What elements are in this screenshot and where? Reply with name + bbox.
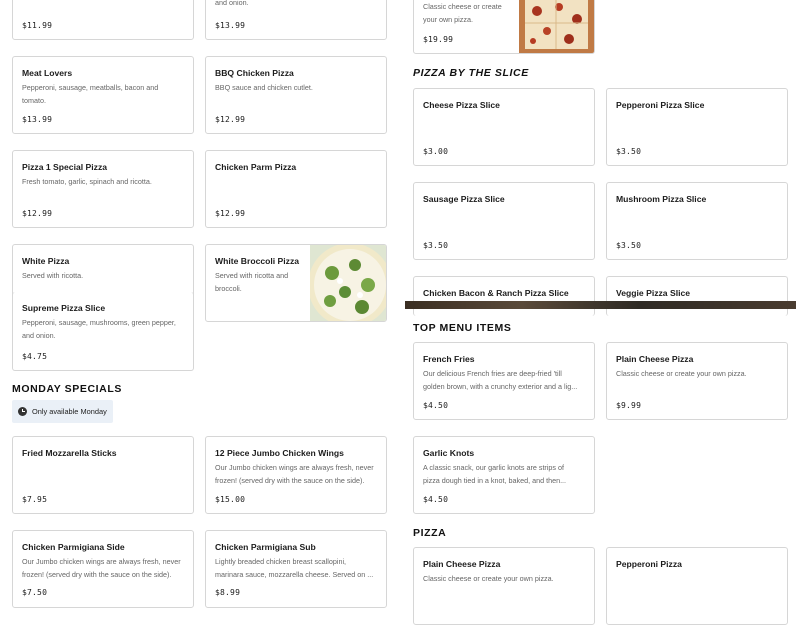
item-name: Cheese Pizza Slice	[423, 100, 500, 110]
section-title-pizza: PIZZA	[413, 527, 447, 539]
item-price: $3.50	[423, 241, 449, 250]
availability-badge: Only available Monday	[12, 400, 113, 423]
item-description: Our Jumbo chicken wings are always fresh…	[215, 463, 374, 485]
menu-item-card[interactable]: Cheese Pizza Slice $3.00	[413, 88, 595, 166]
menu-item-card[interactable]: Mushroom Pizza Slice $3.50	[606, 182, 788, 260]
item-price: $13.99	[215, 21, 246, 30]
item-price: $12.99	[215, 115, 246, 124]
item-price: $13.99	[22, 115, 53, 124]
item-price: $4.75	[22, 352, 48, 361]
menu-item-card[interactable]: Classic cheese or create your own pizza.…	[413, 0, 595, 54]
menu-item-card[interactable]: BBQ Chicken Pizza BBQ sauce and chicken …	[205, 56, 387, 134]
menu-item-card[interactable]: Pepperoni Pizza Slice $3.50	[606, 88, 788, 166]
section-title-monday-specials: MONDAY SPECIALS	[12, 383, 122, 395]
item-name: Chicken Parmigiana Side	[22, 542, 125, 552]
item-price: $4.50	[423, 495, 449, 504]
item-description: Fresh tomato, garlic, spinach and ricott…	[22, 177, 152, 186]
item-name: Pepperoni Pizza Slice	[616, 100, 705, 110]
item-name: Chicken Parm Pizza	[215, 162, 297, 172]
item-name: Supreme Pizza Slice	[22, 303, 106, 313]
item-name: Chicken Bacon & Ranch Pizza Slice	[423, 288, 569, 298]
item-description: Our Jumbo chicken wings are always fresh…	[22, 557, 181, 579]
item-name: 12 Piece Jumbo Chicken Wings	[215, 448, 344, 458]
menu-item-card[interactable]: Chicken Bacon & Ranch Pizza Slice	[413, 276, 595, 316]
item-price: $11.99	[22, 21, 53, 30]
item-price: $3.50	[616, 147, 642, 156]
menu-item-card[interactable]: and onion. $13.99	[205, 0, 387, 40]
item-name: Chicken Parmigiana Sub	[215, 542, 316, 552]
item-price: $9.99	[616, 401, 642, 410]
image-strip	[405, 301, 796, 309]
menu-item-card[interactable]: Sausage Pizza Slice $3.50	[413, 182, 595, 260]
menu-item-card[interactable]: Chicken Parmigiana Side Our Jumbo chicke…	[12, 530, 194, 608]
item-price: $7.95	[22, 495, 48, 504]
item-price: $4.50	[423, 401, 449, 410]
item-name: Garlic Knots	[423, 448, 475, 458]
section-title-pizza-by-the-slice: PIZZA BY THE SLICE	[413, 67, 529, 79]
item-name: Pizza 1 Special Pizza	[22, 162, 108, 172]
item-name: White Broccoli Pizza	[215, 256, 300, 266]
item-description: Our delicious French fries are deep-frie…	[423, 369, 578, 391]
item-description: A classic snack, our garlic knots are st…	[423, 463, 567, 485]
item-name: White Pizza	[22, 256, 70, 266]
badge-label: Only available Monday	[32, 407, 107, 416]
item-description: BBQ sauce and chicken cutlet.	[215, 83, 313, 92]
item-description: Served with ricotta and broccoli.	[215, 271, 289, 293]
pizza-image	[519, 0, 594, 53]
item-name: Mushroom Pizza Slice	[616, 194, 707, 204]
item-name: Veggie Pizza Slice	[616, 288, 691, 298]
menu-item-card[interactable]: 12 Piece Jumbo Chicken Wings Our Jumbo c…	[205, 436, 387, 514]
item-description: and onion.	[215, 0, 249, 7]
item-name: Plain Cheese Pizza	[616, 354, 694, 364]
item-description: Served with ricotta.	[22, 271, 84, 280]
item-description: Lightly breaded chicken breast scallopin…	[215, 557, 374, 579]
item-price: $7.50	[22, 588, 48, 597]
menu-item-card[interactable]: Plain Cheese Pizza Classic cheese or cre…	[606, 342, 788, 420]
item-price: $3.00	[423, 147, 449, 156]
item-name: French Fries	[423, 354, 475, 364]
item-name: Meat Lovers	[22, 68, 73, 78]
white-broccoli-pizza-image	[310, 245, 386, 321]
item-price: $15.00	[215, 495, 246, 504]
item-description: Classic cheese or create your own pizza.	[616, 369, 747, 378]
menu-item-card[interactable]: Supreme Pizza Slice Pepperoni, sausage, …	[12, 292, 194, 371]
item-name: BBQ Chicken Pizza	[215, 68, 294, 78]
item-name: Plain Cheese Pizza	[423, 559, 501, 569]
menu-item-card[interactable]: Fried Mozzarella Sticks $7.95	[12, 436, 194, 514]
menu-item-card[interactable]: Pizza 1 Special Pizza Fresh tomato, garl…	[12, 150, 194, 228]
item-name: Fried Mozzarella Sticks	[22, 448, 117, 458]
item-name: Pepperoni Pizza	[616, 559, 682, 569]
item-description: Pepperoni, sausage, meatballs, bacon and…	[22, 83, 159, 105]
menu-item-card[interactable]: Garlic Knots A classic snack, our garlic…	[413, 436, 595, 514]
menu-item-card[interactable]: Chicken Parmigiana Sub Lightly breaded c…	[205, 530, 387, 608]
menu-item-card[interactable]: White Broccoli Pizza Served with ricotta…	[205, 244, 387, 322]
item-price: $8.99	[215, 588, 241, 597]
menu-item-card[interactable]: Chicken Parm Pizza $12.99	[205, 150, 387, 228]
section-title-top-menu-items: TOP MENU ITEMS	[413, 322, 512, 334]
menu-item-card[interactable]: Meat Lovers Pepperoni, sausage, meatball…	[12, 56, 194, 134]
item-name: Sausage Pizza Slice	[423, 194, 505, 204]
menu-item-card[interactable]: Pepperoni Pizza	[606, 547, 788, 625]
item-description: Pepperoni, sausage, mushrooms, green pep…	[22, 318, 176, 340]
clock-icon	[18, 407, 27, 416]
item-price: $3.50	[616, 241, 642, 250]
item-price: $12.99	[22, 209, 53, 218]
item-description: Classic cheese or create your own pizza.	[423, 574, 554, 583]
item-price: $19.99	[423, 35, 454, 44]
menu-item-card[interactable]: $11.99	[12, 0, 194, 40]
item-price: $12.99	[215, 209, 246, 218]
menu-item-card[interactable]: Veggie Pizza Slice	[606, 276, 788, 316]
menu-item-card[interactable]: Plain Cheese Pizza Classic cheese or cre…	[413, 547, 595, 625]
menu-item-card[interactable]: French Fries Our delicious French fries …	[413, 342, 595, 420]
item-description: Classic cheese or create your own pizza.	[423, 2, 502, 24]
